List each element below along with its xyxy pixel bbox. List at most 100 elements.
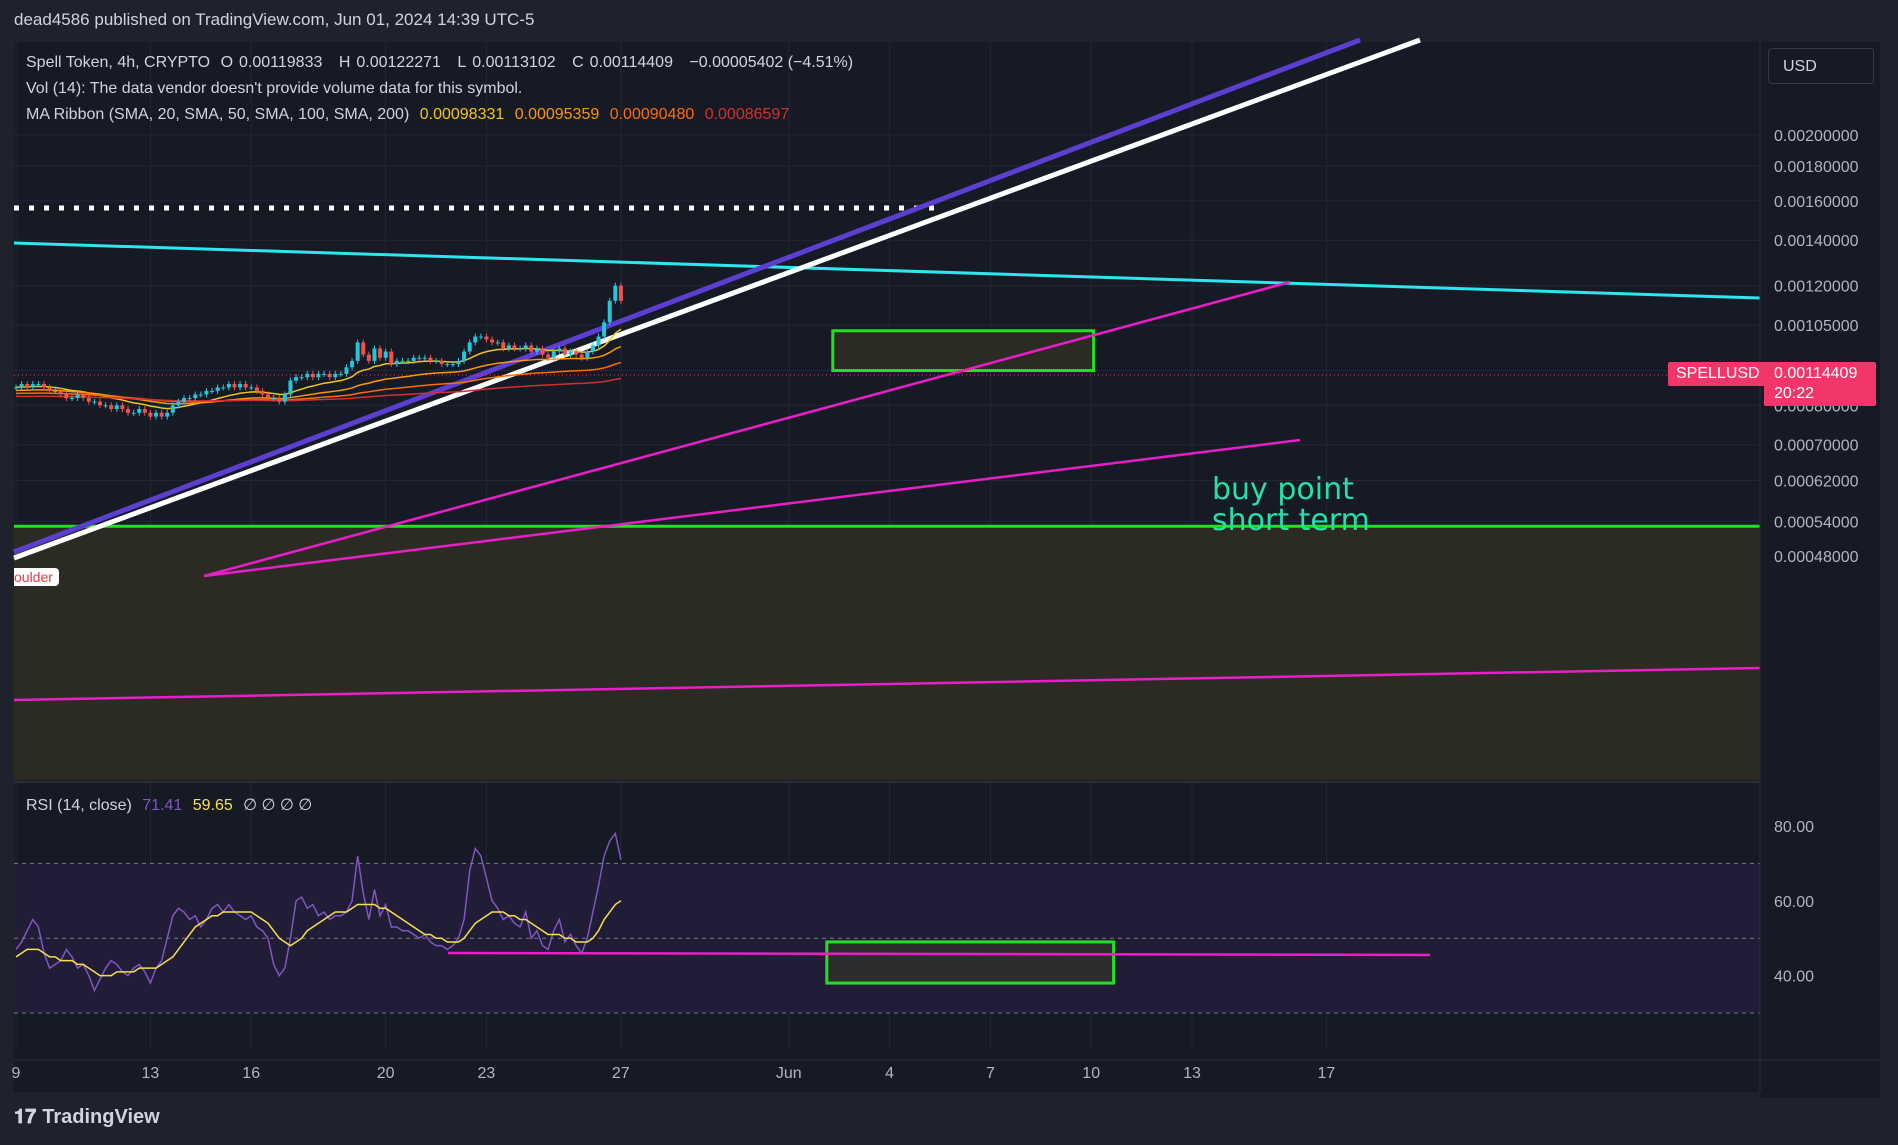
candle-body xyxy=(333,373,338,378)
candle-body xyxy=(271,398,276,400)
candle-body xyxy=(389,351,394,365)
price-tick-label: 0.00048000 xyxy=(1774,549,1859,566)
candle-body xyxy=(260,390,265,395)
candle-body xyxy=(142,409,147,413)
price-tick-label: 0.00200000 xyxy=(1774,128,1859,145)
candle-body xyxy=(366,354,371,361)
candle-body xyxy=(596,336,601,346)
candle-body xyxy=(159,412,164,417)
candle-body xyxy=(266,394,271,399)
candle-body xyxy=(103,405,108,407)
candle-body xyxy=(170,405,175,413)
price-chart[interactable]: 0.00200000 0.00180000 0.00160000 0.00140000… xyxy=(0,0,1898,1145)
candle-body xyxy=(350,360,355,368)
candle-body xyxy=(618,285,623,301)
candle-body xyxy=(574,351,579,355)
time-tick-label: 23 xyxy=(478,1065,496,1082)
candle-body xyxy=(551,351,556,358)
candle-body xyxy=(484,336,489,340)
ma200-value: 0.00086597 xyxy=(704,106,790,123)
candle-body xyxy=(310,373,315,378)
candle-body xyxy=(490,339,495,343)
time-tick-label: 4 xyxy=(885,1065,894,1082)
candle-body xyxy=(456,360,461,365)
candle-body xyxy=(277,398,282,402)
buy-annotation-line2: short term xyxy=(1212,503,1370,538)
change-value: −0.00005402 (−4.51%) xyxy=(689,54,854,71)
candle-body xyxy=(98,401,103,406)
candle-body xyxy=(495,342,500,344)
buy-zone-box xyxy=(831,329,1096,373)
price-tick-label: 0.00062000 xyxy=(1774,473,1859,490)
candle-body xyxy=(467,342,472,352)
candle-body xyxy=(344,367,349,374)
candle-body xyxy=(114,405,119,410)
bar-countdown: 20:22 xyxy=(1774,385,1815,402)
candle-body xyxy=(75,394,80,399)
candle-body xyxy=(64,394,69,399)
candle-body xyxy=(305,373,310,378)
cyan-trendline xyxy=(13,241,1761,300)
candle-body xyxy=(439,360,444,365)
candle-body xyxy=(154,412,159,417)
candle-body xyxy=(590,345,595,352)
candle-body xyxy=(238,383,243,388)
price-tick-label: 0.00160000 xyxy=(1774,194,1859,211)
candle-body xyxy=(378,348,383,358)
candle-body xyxy=(400,360,405,362)
price-tick-label: 0.00120000 xyxy=(1774,279,1859,296)
candle-body xyxy=(182,398,187,402)
candle-body xyxy=(450,364,455,366)
candle-body xyxy=(512,345,517,349)
candle-body xyxy=(36,383,41,385)
candle-body xyxy=(518,348,523,350)
rsi-tick-label: 60.00 xyxy=(1774,894,1814,911)
legend-volume: Vol (14): The data vendor doesn't provid… xyxy=(26,80,523,97)
candle-body xyxy=(120,405,125,410)
candle-body xyxy=(579,354,584,358)
candle-body xyxy=(137,409,142,413)
candle-body xyxy=(187,398,192,400)
buy-point-annotation: buy point short term xyxy=(1212,474,1370,536)
candle-body xyxy=(70,398,75,400)
legend-ohlc: Spell Token, 4h, CRYPTO O 0.00119833 H 0.0… xyxy=(26,54,859,72)
time-tick-label: 13 xyxy=(1183,1065,1201,1082)
symbol-line: Spell Token, 4h, CRYPTO xyxy=(26,54,211,71)
candle-body xyxy=(506,345,511,349)
candle-body xyxy=(338,373,343,375)
candle-body xyxy=(434,360,439,362)
candle-body xyxy=(165,412,170,417)
ma-label: MA Ribbon (SMA, 20, SMA, 50, SMA, 100, S… xyxy=(26,106,410,123)
candle-body xyxy=(81,394,86,399)
candle-body xyxy=(198,394,203,396)
close-label: C 0.00114409 xyxy=(572,54,673,71)
candle-body xyxy=(322,373,327,375)
legend-ma-ribbon: MA Ribbon (SMA, 20, SMA, 50, SMA, 100, S… xyxy=(26,106,795,124)
candle-body xyxy=(383,351,388,358)
rsi-zone-box xyxy=(825,940,1116,985)
candle-body xyxy=(47,387,52,391)
price-tick-label: 0.00105000 xyxy=(1774,318,1859,335)
price-tick-label: 0.00180000 xyxy=(1774,159,1859,176)
candle-body xyxy=(406,360,411,362)
last-price-value: 0.00114409 xyxy=(1774,365,1858,382)
ma100-value: 0.00090480 xyxy=(609,106,695,123)
candle-body xyxy=(42,383,47,388)
tradingview-footer: 𝟏𝟕 TradingView xyxy=(14,1106,160,1129)
rsi-value: 71.41 xyxy=(142,797,183,814)
candle-body xyxy=(327,373,332,378)
candle-body xyxy=(422,357,427,359)
candle-body xyxy=(417,357,422,359)
ma50-value: 0.00095359 xyxy=(514,106,600,123)
candle-body xyxy=(221,387,226,389)
candle-body xyxy=(394,360,399,365)
rsi-tick-label: 40.00 xyxy=(1774,969,1814,986)
time-tick-label: 7 xyxy=(986,1065,995,1082)
open-label: O 0.00119833 xyxy=(220,54,323,71)
candle-body xyxy=(30,383,35,388)
time-tick-label: 13 xyxy=(142,1065,160,1082)
currency-button[interactable]: USD xyxy=(1768,48,1874,84)
candle-body xyxy=(193,394,198,399)
price-tick-label: 0.00054000 xyxy=(1774,514,1859,531)
candle-body xyxy=(148,412,153,417)
